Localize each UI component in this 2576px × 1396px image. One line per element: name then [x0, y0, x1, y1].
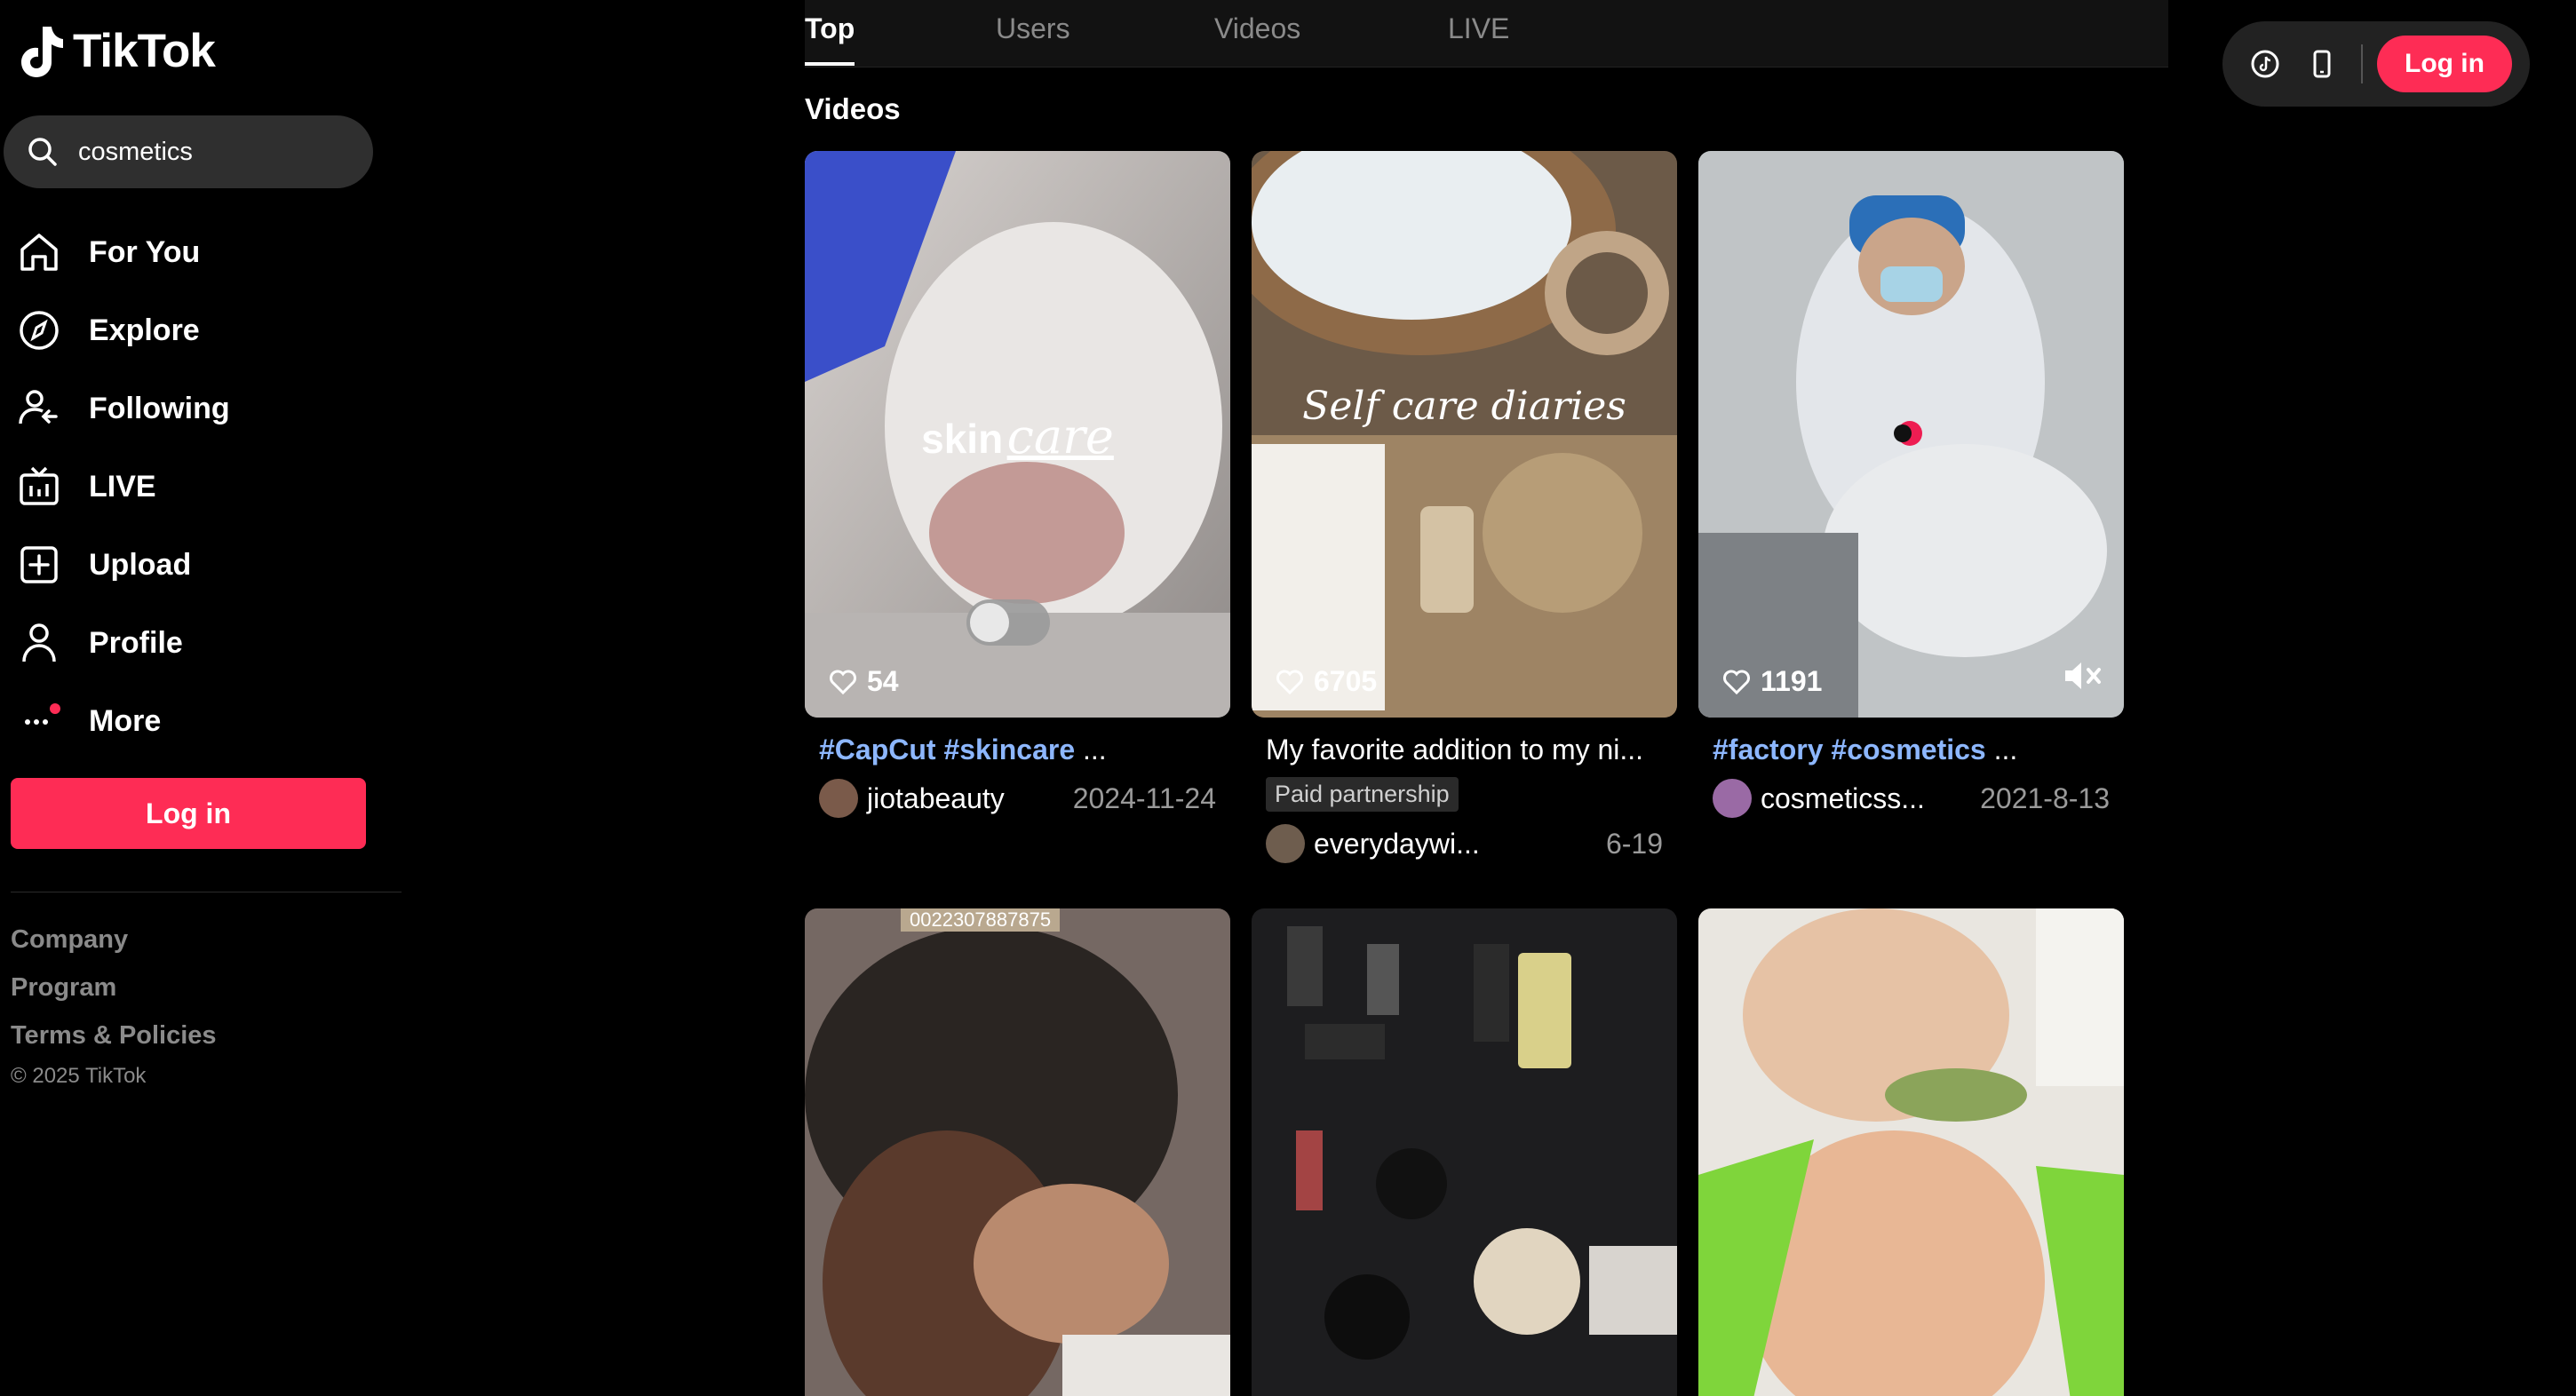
video-card[interactable]: Self care diaries 6705 My favorite addit…	[1252, 151, 1677, 863]
avatar	[1266, 824, 1305, 863]
footer-link-company[interactable]: Company	[11, 920, 217, 968]
main-nav: For You Explore Following LIVE Upload Pr…	[16, 213, 389, 760]
heart-icon	[1276, 670, 1303, 694]
copyright: © 2025 TikTok	[11, 1064, 147, 1088]
thumbnail-image	[1252, 908, 1677, 1396]
tab-users[interactable]: Users	[996, 12, 1070, 45]
header-login-button[interactable]: Log in	[2377, 36, 2512, 92]
home-icon	[16, 229, 62, 275]
thumbnail-image	[805, 908, 1230, 1396]
video-card[interactable]	[1252, 908, 1677, 1396]
nav-more[interactable]: More	[16, 682, 389, 760]
header-divider	[2361, 44, 2363, 83]
like-count: 54	[828, 665, 899, 698]
sidebar: TikTok For You Explore Following	[0, 0, 404, 1396]
nav-following[interactable]: Following	[16, 369, 389, 448]
tab-videos[interactable]: Videos	[1214, 12, 1300, 45]
search-icon	[28, 138, 57, 166]
username: jiotabeauty	[867, 781, 1005, 814]
like-count: 1191	[1721, 665, 1822, 698]
author[interactable]: jiotabeauty	[819, 779, 1005, 818]
video-meta: jiotabeauty 2024-11-24	[805, 779, 1230, 818]
nav-for-you[interactable]: For You	[16, 213, 389, 291]
compass-icon	[16, 307, 62, 353]
section-title: Videos	[805, 92, 901, 125]
post-date: 6-19	[1605, 827, 1663, 860]
sidebar-login-button[interactable]: Log in	[11, 778, 366, 849]
post-date: 2024-11-24	[1072, 781, 1216, 814]
video-description[interactable]: #CapCut #skincare ...	[805, 734, 1230, 766]
author[interactable]: cosmeticss...	[1713, 779, 1925, 818]
video-thumbnail[interactable]: skin care 54	[805, 151, 1230, 718]
heart-icon	[830, 670, 856, 694]
active-tab-indicator	[805, 62, 855, 66]
nav-label: More	[89, 703, 162, 738]
more-dots-icon	[16, 698, 62, 744]
thumbnail-image	[1698, 151, 2124, 718]
person-icon	[16, 620, 62, 666]
search-bar[interactable]	[4, 115, 373, 188]
nav-label: Profile	[89, 625, 183, 660]
header-actions: Log in	[2222, 21, 2530, 107]
mobile-icon[interactable]	[2297, 39, 2347, 89]
video-thumbnail[interactable]: 0022307887875	[805, 908, 1230, 1396]
heart-icon	[1723, 670, 1750, 694]
video-description[interactable]: #factory #cosmetics ...	[1698, 734, 2124, 766]
nav-explore[interactable]: Explore	[16, 291, 389, 369]
video-meta: everydaywi... 6-19	[1252, 824, 1677, 863]
video-thumbnail[interactable]	[1698, 908, 2124, 1396]
video-meta: cosmeticss... 2021-8-13	[1698, 779, 2124, 818]
username: cosmeticss...	[1761, 781, 1925, 814]
sidebar-footer: Company Program Terms & Policies © 2025 …	[11, 920, 217, 1089]
app-name: TikTok	[73, 24, 216, 77]
post-date: 2021-8-13	[1980, 781, 2110, 814]
video-description[interactable]: My favorite addition to my ni...	[1252, 734, 1677, 766]
search-tabs: Top Users Videos LIVE	[805, 0, 2168, 67]
footer-link-terms[interactable]: Terms & Policies	[11, 1016, 217, 1064]
live-tv-icon	[16, 464, 62, 510]
upload-plus-icon	[16, 542, 62, 588]
video-card[interactable]: 0022307887875	[805, 908, 1230, 1396]
tab-live[interactable]: LIVE	[1448, 12, 1509, 45]
tiktok-note-icon	[21, 27, 63, 77]
video-overlay-caption: 0022307887875	[901, 908, 1061, 932]
footer-link-program[interactable]: Program	[11, 968, 217, 1016]
thumbnail-image	[1252, 151, 1677, 718]
video-thumbnail[interactable]	[1252, 908, 1677, 1396]
nav-profile[interactable]: Profile	[16, 604, 389, 682]
avatar	[1713, 779, 1752, 818]
paid-partnership-badge: Paid partnership	[1266, 777, 1459, 812]
nav-label: Explore	[89, 313, 200, 347]
tiktok-app-icon[interactable]	[2240, 39, 2290, 89]
video-overlay-caption: Self care diaries	[1302, 384, 1626, 429]
video-card[interactable]: skin care 54 #CapCut #skincare ... jiota…	[805, 151, 1230, 818]
video-overlay-caption: skin care	[921, 408, 1114, 464]
nav-label: LIVE	[89, 469, 156, 504]
video-card[interactable]: 1191 #factory #cosmetics ... cosmeticss.…	[1698, 151, 2124, 818]
tab-top[interactable]: Top	[805, 12, 855, 45]
nav-upload[interactable]: Upload	[16, 526, 389, 604]
thumbnail-image	[1698, 908, 2124, 1396]
avatar	[819, 779, 858, 818]
tiktok-logo[interactable]: TikTok	[16, 23, 216, 78]
like-count: 6705	[1275, 665, 1377, 698]
nav-label: Following	[89, 391, 230, 425]
video-thumbnail[interactable]: Self care diaries 6705	[1252, 151, 1677, 718]
video-thumbnail[interactable]: 1191	[1698, 151, 2124, 718]
following-icon	[16, 385, 62, 432]
notification-dot	[50, 703, 60, 714]
mute-icon[interactable]	[2062, 658, 2106, 698]
video-card[interactable]	[1698, 908, 2124, 1396]
search-input[interactable]	[78, 137, 362, 167]
nav-label: Upload	[89, 547, 192, 582]
nav-label: For You	[89, 234, 201, 269]
author[interactable]: everydaywi...	[1266, 824, 1480, 863]
nav-live[interactable]: LIVE	[16, 448, 389, 526]
username: everydaywi...	[1314, 827, 1480, 860]
